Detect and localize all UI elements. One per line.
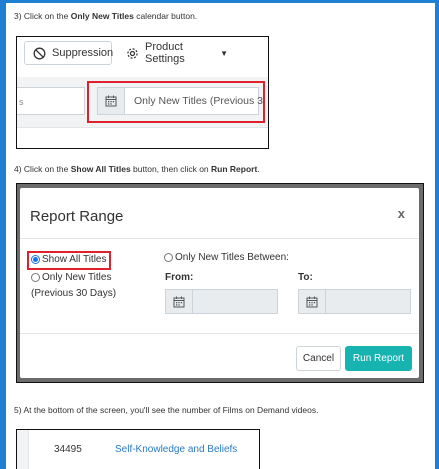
only-new-titles-sublabel: (Previous 30 Days) bbox=[31, 288, 117, 299]
modal-header-divider bbox=[20, 238, 419, 239]
close-icon[interactable]: x bbox=[398, 206, 405, 221]
row-left-strip bbox=[17, 430, 29, 469]
highlight-box-date-field bbox=[87, 81, 265, 123]
radio-unselected-icon bbox=[164, 253, 173, 262]
step-3-prefix: 3) Click on the bbox=[14, 11, 71, 21]
table-row: 34495 Self-Knowledge and Beliefs bbox=[17, 430, 259, 469]
cancel-button[interactable]: Cancel bbox=[296, 346, 341, 371]
product-settings-label: Product Settings bbox=[145, 41, 185, 65]
screenshot-results-table: 34495 Self-Knowledge and Beliefs bbox=[16, 429, 260, 469]
between-label: Only New Titles Between: bbox=[175, 252, 289, 263]
table-top bbox=[17, 127, 268, 148]
modal-title: Report Range bbox=[30, 208, 124, 225]
step-4-instruction: 4) Click on the Show All Titles button, … bbox=[14, 164, 260, 174]
frame-right-border bbox=[435, 0, 439, 469]
from-label: From: bbox=[165, 272, 194, 283]
caret-down-icon: ▼ bbox=[220, 48, 228, 58]
step-4-bold-1: Show All Titles bbox=[70, 164, 131, 174]
only-new-titles-label: Only New Titles bbox=[42, 272, 112, 283]
film-count: 34495 bbox=[54, 444, 82, 455]
from-date-input[interactable] bbox=[165, 289, 278, 314]
step-4-prefix: 4) Click on the bbox=[14, 164, 71, 174]
highlight-box-show-all-titles bbox=[27, 251, 111, 270]
modal-footer-divider bbox=[20, 333, 419, 334]
ban-icon bbox=[33, 47, 46, 60]
only-new-titles-between-radio[interactable]: Only New Titles Between: bbox=[164, 252, 289, 263]
radio-unselected-icon bbox=[31, 273, 40, 282]
left-input-field[interactable]: s bbox=[17, 87, 85, 115]
suppression-button[interactable]: Suppression bbox=[24, 41, 114, 65]
step-4-bold-2: Run Report bbox=[211, 164, 258, 174]
report-range-modal: Report Range x Show All Titles Only New … bbox=[20, 188, 419, 378]
suppression-label: Suppression bbox=[52, 47, 114, 59]
calendar-icon[interactable] bbox=[299, 290, 326, 313]
to-label: To: bbox=[298, 272, 313, 283]
toolbar-row: Suppression Product Settings ▼ bbox=[17, 37, 268, 70]
to-date-input[interactable] bbox=[298, 289, 411, 314]
run-report-button[interactable]: Run Report bbox=[345, 346, 412, 371]
step-3-suffix: calendar button. bbox=[133, 11, 198, 21]
step-4-middle: button, then click on bbox=[130, 164, 212, 174]
step-4-suffix: . bbox=[257, 164, 260, 174]
only-new-titles-radio[interactable]: Only New Titles bbox=[31, 272, 111, 283]
step-5-instruction: 5) At the bottom of the screen, you'll s… bbox=[14, 405, 319, 415]
frame-top-border bbox=[0, 0, 439, 3]
left-input-text: s bbox=[19, 97, 24, 107]
calendar-icon[interactable] bbox=[166, 290, 193, 313]
step-3-instruction: 3) Click on the Only New Titles calendar… bbox=[14, 11, 197, 21]
product-settings-button[interactable]: Product Settings ▼ bbox=[117, 41, 237, 65]
frame-left-border bbox=[0, 0, 6, 469]
gear-icon bbox=[126, 47, 139, 60]
screenshot-report-range-modal: Report Range x Show All Titles Only New … bbox=[16, 183, 424, 383]
title-link[interactable]: Self-Knowledge and Beliefs bbox=[115, 444, 237, 455]
step-3-bold: Only New Titles bbox=[70, 11, 134, 21]
